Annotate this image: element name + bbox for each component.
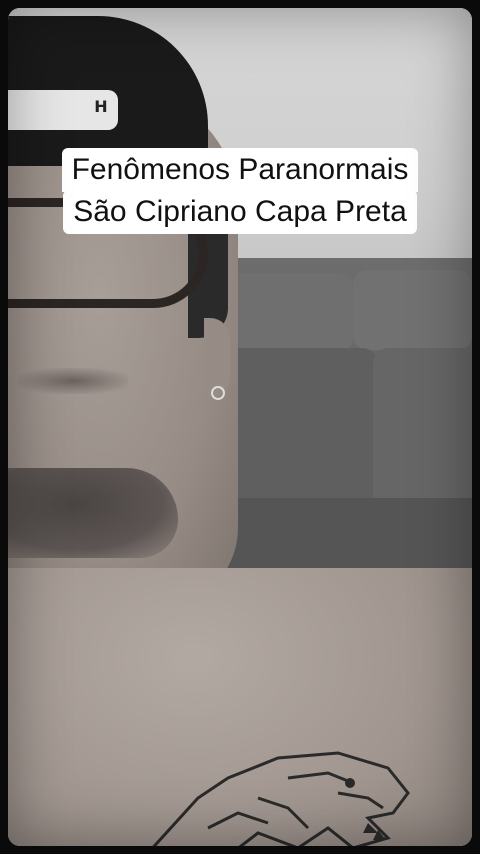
caption-line-1: Fenômenos Paranormais [61,148,419,192]
video-player[interactable]: H Fenômenos Paranormais São Cipriano Cap… [8,8,472,846]
video-caption: Fenômenos Paranormais São Cipriano Capa … [8,148,472,234]
video-frame: H Fenômenos Paranormais São Cipriano Cap… [0,0,480,854]
beard [8,468,178,558]
wolf-head-tattoo-icon [152,751,410,846]
mustache [18,368,128,394]
earring [211,386,225,400]
couch-cushion [353,270,472,350]
caption-line-2: São Cipriano Capa Preta [63,190,417,234]
hurley-h-logo-icon: H [94,97,108,116]
